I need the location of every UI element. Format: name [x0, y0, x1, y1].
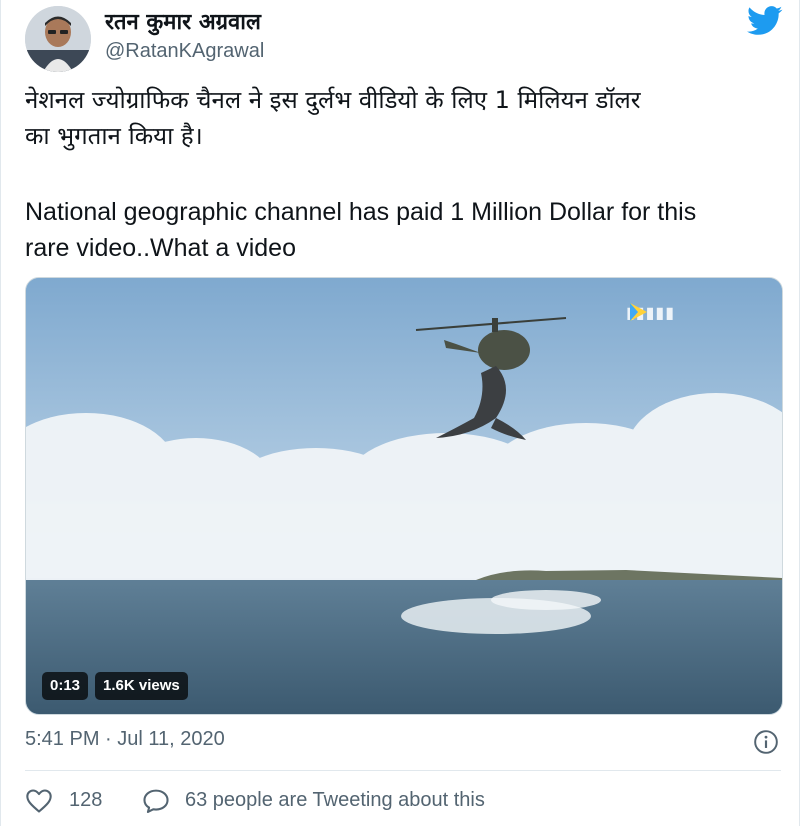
twitter-logo-icon[interactable] — [747, 6, 783, 36]
avatar[interactable] — [25, 6, 91, 72]
conversation-link[interactable]: 63 people are Tweeting about this — [185, 789, 485, 812]
tweet-text-hindi-line2: का भुगतान किया है। — [25, 122, 203, 150]
tweet-text-hindi: नेशनल ज्योग्राफिक चैनल ने इस दुर्लभ वीडि… — [25, 82, 785, 154]
video-frame — [26, 278, 782, 714]
video-watermark: ▮▮▮▮▮ — [626, 300, 675, 326]
video-duration-badge: 0:13 — [42, 672, 89, 700]
reply-bubble-icon[interactable] — [141, 787, 171, 815]
like-count[interactable]: 128 — [69, 789, 102, 812]
tweet-text-english: National geographic channel has paid 1 M… — [25, 194, 785, 266]
tweet-text-english-line2: rare video..What a video — [25, 234, 296, 262]
footer-divider — [25, 770, 781, 771]
video-views-badge: 1.6K views — [95, 672, 188, 700]
tweet-text-hindi-line1: नेशनल ज्योग्राफिक चैनल ने इस दुर्लभ वीडि… — [25, 86, 641, 114]
info-icon[interactable] — [753, 729, 779, 755]
tweet-card: रतन कुमार अग्रवाल @RatanKAgrawal नेशनल ज… — [0, 0, 800, 826]
play-logo-icon — [630, 303, 647, 321]
author-name[interactable]: रतन कुमार अग्रवाल — [105, 6, 261, 36]
heart-icon[interactable] — [25, 788, 53, 814]
author-handle[interactable]: @RatanKAgrawal — [105, 40, 264, 63]
video-player[interactable]: ▮▮▮▮▮ 0:13 1.6K views — [25, 277, 783, 715]
tweet-timestamp[interactable]: 5:41 PM · Jul 11, 2020 — [25, 728, 225, 751]
tweet-text-english-line1: National geographic channel has paid 1 M… — [25, 198, 697, 226]
